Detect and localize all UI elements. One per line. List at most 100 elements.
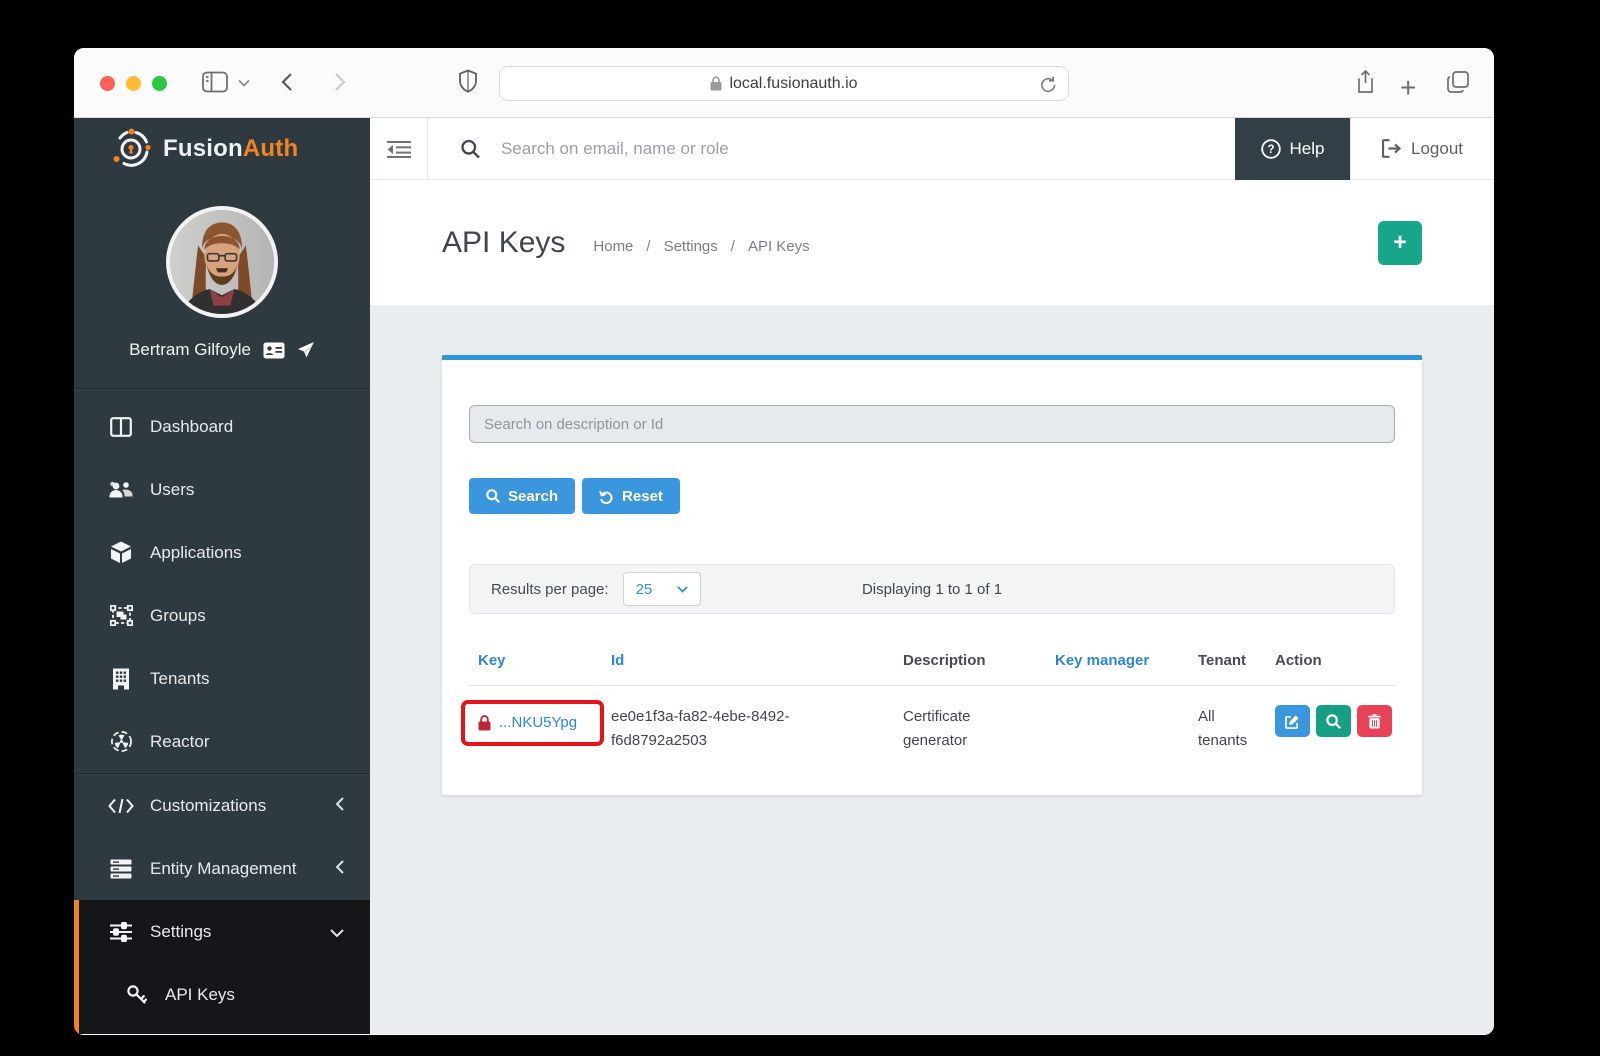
- help-button[interactable]: ? Help: [1235, 118, 1350, 180]
- column-description: Description: [903, 652, 1055, 669]
- table-header: Key Id Description Key manager Tenant Ac…: [478, 638, 1386, 685]
- reload-icon[interactable]: [1040, 75, 1057, 94]
- api-keys-card: Search Reset Results per page: 25: [442, 355, 1422, 795]
- displaying-text: Displaying 1 to 1 of 1: [862, 581, 1002, 598]
- key-icon: [123, 984, 149, 1005]
- sidebar-item-api-keys[interactable]: API Keys: [79, 963, 370, 1026]
- breadcrumb-api-keys: API Keys: [748, 238, 810, 255]
- column-action: Action: [1275, 652, 1386, 669]
- sidebar-item-dashboard[interactable]: Dashboard: [74, 395, 370, 458]
- groups-icon: [108, 605, 134, 626]
- breadcrumb-settings[interactable]: Settings: [664, 238, 718, 255]
- new-tab-icon[interactable]: +: [1400, 72, 1416, 104]
- fusionauth-logo[interactable]: FusionAuth: [74, 118, 370, 180]
- applications-icon: [108, 541, 134, 564]
- column-key-manager[interactable]: Key manager: [1055, 652, 1198, 669]
- global-search: [428, 118, 1235, 180]
- fusionauth-wordmark: FusionAuth: [163, 135, 298, 163]
- send-icon[interactable]: [297, 341, 315, 359]
- zoom-window-button[interactable]: [152, 76, 167, 91]
- question-circle-icon: ?: [1261, 139, 1281, 159]
- sidebar-item-users[interactable]: Users: [74, 458, 370, 521]
- breadcrumb-home[interactable]: Home: [593, 238, 633, 255]
- sidebar: FusionAuth: [74, 118, 370, 1034]
- table-row: ...NKU5Ypg ee0e1f3a-fa82-4ebe-8492-f6d87…: [478, 686, 1386, 753]
- chevron-down-icon: [330, 922, 344, 942]
- server-stack-icon: [108, 859, 134, 879]
- forward-icon[interactable]: [334, 72, 346, 92]
- back-icon[interactable]: [281, 72, 293, 92]
- column-key[interactable]: Key: [478, 652, 611, 669]
- svg-text:?: ?: [1267, 144, 1274, 156]
- tenant-cell: All tenants: [1198, 705, 1275, 753]
- outdent-icon: [387, 140, 411, 158]
- api-key-link[interactable]: ...NKU5Ypg: [478, 705, 581, 735]
- results-per-page-select[interactable]: 25: [623, 572, 701, 606]
- description-cell: Certificate generator: [903, 705, 1055, 753]
- lock-icon: [710, 76, 722, 91]
- settings-section: Settings API Keys: [74, 900, 370, 1034]
- chevron-left-icon: [336, 859, 344, 879]
- sidebar-item-groups[interactable]: Groups: [74, 584, 370, 647]
- add-api-key-button[interactable]: +: [1378, 221, 1422, 265]
- id-cell: ee0e1f3a-fa82-4ebe-8492-f6d8792a2503: [611, 705, 903, 753]
- sidebar-item-tenants[interactable]: Tenants: [74, 647, 370, 710]
- column-tenant: Tenant: [1198, 652, 1275, 669]
- tab-overview-icon[interactable]: [1446, 70, 1470, 94]
- sidebar-nav: Dashboard Users: [74, 389, 370, 900]
- user-name: Bertram Gilfoyle: [129, 340, 251, 360]
- tenants-icon: [108, 668, 134, 690]
- key-cell: ...NKU5Ypg: [478, 705, 611, 753]
- edit-key-button[interactable]: [1275, 705, 1310, 737]
- user-block: Bertram Gilfoyle: [74, 180, 370, 389]
- privacy-shield-icon[interactable]: [458, 69, 478, 95]
- row-actions: [1275, 705, 1392, 753]
- lock-icon: [478, 715, 491, 731]
- sidebar-item-reactor[interactable]: Reactor: [74, 710, 370, 773]
- search-icon: [1326, 714, 1341, 729]
- search-icon: [486, 489, 500, 503]
- results-per-page-label: Results per page:: [491, 581, 609, 598]
- chevron-down-icon[interactable]: [238, 79, 250, 87]
- chevron-left-icon: [336, 796, 344, 816]
- logout-button[interactable]: Logout: [1350, 118, 1494, 180]
- reactor-icon: [108, 730, 134, 753]
- chevron-down-icon: [677, 586, 688, 593]
- sidebar-item-customizations[interactable]: Customizations: [74, 774, 370, 837]
- delete-key-button[interactable]: [1357, 705, 1392, 737]
- sidebar-item-settings[interactable]: Settings: [79, 900, 370, 963]
- results-bar: Results per page: 25 Displaying 1 to 1 o…: [469, 564, 1395, 614]
- sidebar-toggle-icon[interactable]: [202, 71, 228, 93]
- browser-window: local.fusionauth.io +: [74, 48, 1494, 1035]
- content-area: Search Reset Results per page: 25: [370, 305, 1494, 1034]
- topbar: ? Help Logout: [370, 118, 1494, 180]
- id-card-icon[interactable]: [263, 342, 285, 359]
- address-bar[interactable]: local.fusionauth.io: [499, 66, 1069, 101]
- view-key-button[interactable]: [1316, 705, 1351, 737]
- users-icon: [108, 480, 134, 499]
- sidebar-item-entity-management[interactable]: Entity Management: [74, 837, 370, 900]
- page-title: API Keys: [442, 226, 565, 260]
- description-search-input[interactable]: [469, 405, 1395, 443]
- sliders-icon: [108, 922, 134, 942]
- logout-icon: [1382, 139, 1401, 158]
- browser-toolbar: local.fusionauth.io +: [74, 48, 1494, 118]
- sidebar-item-applications[interactable]: Applications: [74, 521, 370, 584]
- api-keys-table: Key Id Description Key manager Tenant Ac…: [469, 638, 1395, 753]
- trash-icon: [1368, 714, 1381, 729]
- minimize-window-button[interactable]: [126, 76, 141, 91]
- global-search-input[interactable]: [501, 139, 1235, 159]
- column-id[interactable]: Id: [611, 652, 903, 669]
- share-icon[interactable]: [1357, 69, 1377, 95]
- code-icon: [108, 798, 134, 814]
- edit-icon: [1285, 714, 1300, 729]
- collapse-sidebar-button[interactable]: [370, 118, 428, 180]
- fusionauth-logo-icon: [110, 128, 152, 170]
- avatar: [166, 206, 278, 318]
- key-manager-cell: [1055, 705, 1198, 753]
- url-text: local.fusionauth.io: [729, 75, 857, 93]
- undo-icon: [599, 489, 614, 504]
- search-button[interactable]: Search: [469, 478, 575, 514]
- reset-button[interactable]: Reset: [582, 478, 680, 514]
- close-window-button[interactable]: [100, 76, 115, 91]
